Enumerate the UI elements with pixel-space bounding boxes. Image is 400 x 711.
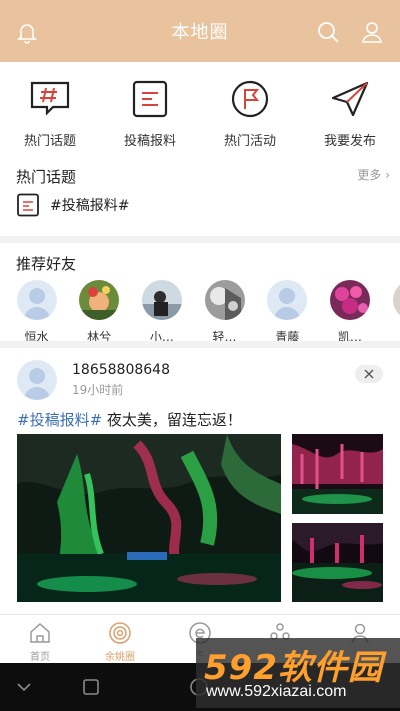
topic-item[interactable]: #投稿报料# xyxy=(16,193,129,217)
post-body: 夜太美，留连忘返！ xyxy=(102,411,242,429)
watermark: 592软件园 www.592xiazai.com xyxy=(196,638,400,708)
friend-name: 恒水 xyxy=(24,330,49,341)
section-title: 热门话题 xyxy=(16,168,77,186)
quick-action-label: 热门活动 xyxy=(223,134,276,149)
tab-label: 首页 xyxy=(30,652,50,663)
avatar xyxy=(267,280,308,320)
more-link[interactable]: 更多 › xyxy=(357,166,390,183)
friend-list: 恒水 林兮 小… 轻… 青藤 凯… xyxy=(16,280,400,341)
quick-action-submit-news[interactable]: 投稿报料 xyxy=(100,62,200,160)
document-icon xyxy=(17,193,39,217)
search-icon[interactable] xyxy=(316,20,340,44)
flag-icon xyxy=(231,80,269,118)
square-icon[interactable] xyxy=(81,677,101,697)
chevron-down-icon[interactable] xyxy=(14,677,34,697)
topic-label: #投稿报料# xyxy=(50,198,130,214)
document-icon xyxy=(132,80,168,118)
post-tag[interactable]: #投稿报料# xyxy=(17,411,102,429)
watermark-url: www.592xiazai.com xyxy=(206,683,347,700)
quick-action-hot-topics[interactable]: 热门话题 xyxy=(0,62,100,160)
tab-label: 余姚圈 xyxy=(105,652,135,663)
friend-name: 轻… xyxy=(212,330,237,341)
friend-item[interactable]: 小… xyxy=(141,280,182,341)
avatar xyxy=(141,280,182,320)
friend-name: 林兮 xyxy=(87,330,112,341)
more-label: 更多 xyxy=(357,168,382,182)
avatar xyxy=(16,280,57,320)
bell-icon[interactable] xyxy=(15,20,39,44)
friend-item[interactable]: 轻… xyxy=(204,280,245,341)
user-icon[interactable] xyxy=(360,20,384,44)
watermark-brand: 592软件园 xyxy=(204,648,383,688)
friend-item[interactable]: 林兮 xyxy=(79,280,120,341)
chevron-right-icon: › xyxy=(385,168,390,182)
section-title: 推荐好友 xyxy=(16,255,77,273)
friend-item[interactable]: 恒水 xyxy=(16,280,57,341)
recommended-friends-section: 推荐好友 恒水 林兮 小… 轻… 青藤 凯… xyxy=(0,243,400,341)
avatar xyxy=(392,280,400,320)
friend-item[interactable]: 凯… xyxy=(329,280,370,341)
friend-name: 小… xyxy=(149,330,174,341)
circle-swirl-icon xyxy=(109,622,131,644)
post-text: #投稿报料# 夜太美，留连忘返！ xyxy=(17,409,242,430)
avatar[interactable] xyxy=(17,360,57,400)
dismiss-button[interactable] xyxy=(355,365,383,383)
quick-action-label: 我要发布 xyxy=(323,134,376,149)
tab-yuyao-circle[interactable]: 余姚圈 xyxy=(80,615,160,663)
post-username[interactable]: 18658808648 xyxy=(72,362,170,378)
friend-item[interactable]: 褪 xyxy=(392,280,400,341)
hot-topics-section: 热门话题 更多 › #投稿报料# xyxy=(0,160,400,236)
friend-name: 青藤 xyxy=(275,330,300,341)
quick-action-label: 热门话题 xyxy=(23,134,76,149)
hashtag-chat-icon xyxy=(30,81,70,116)
avatar xyxy=(204,280,245,320)
paper-plane-icon xyxy=(331,81,369,117)
avatar xyxy=(79,280,120,320)
page-title: 本地圈 xyxy=(171,22,229,43)
friend-name: 凯… xyxy=(337,330,362,341)
tab-home[interactable]: 首页 xyxy=(0,615,80,663)
quick-action-publish[interactable]: 我要发布 xyxy=(300,62,400,160)
post-image[interactable] xyxy=(292,523,383,602)
friend-item[interactable]: 青藤 xyxy=(267,280,308,341)
post-time: 19小时前 xyxy=(72,383,124,397)
quick-action-label: 投稿报料 xyxy=(123,134,176,149)
quick-actions: 热门话题 投稿报料 热门活动 我要发布 xyxy=(0,62,400,160)
post-image[interactable] xyxy=(292,434,383,514)
quick-action-hot-events[interactable]: 热门活动 xyxy=(200,62,300,160)
close-icon xyxy=(364,369,374,379)
top-bar: 本地圈 xyxy=(0,0,400,62)
post-card: 18658808648 19小时前 #投稿报料# 夜太美，留连忘返！ xyxy=(0,348,400,614)
post-image[interactable] xyxy=(17,434,281,602)
home-icon xyxy=(30,622,50,643)
avatar xyxy=(329,280,370,320)
